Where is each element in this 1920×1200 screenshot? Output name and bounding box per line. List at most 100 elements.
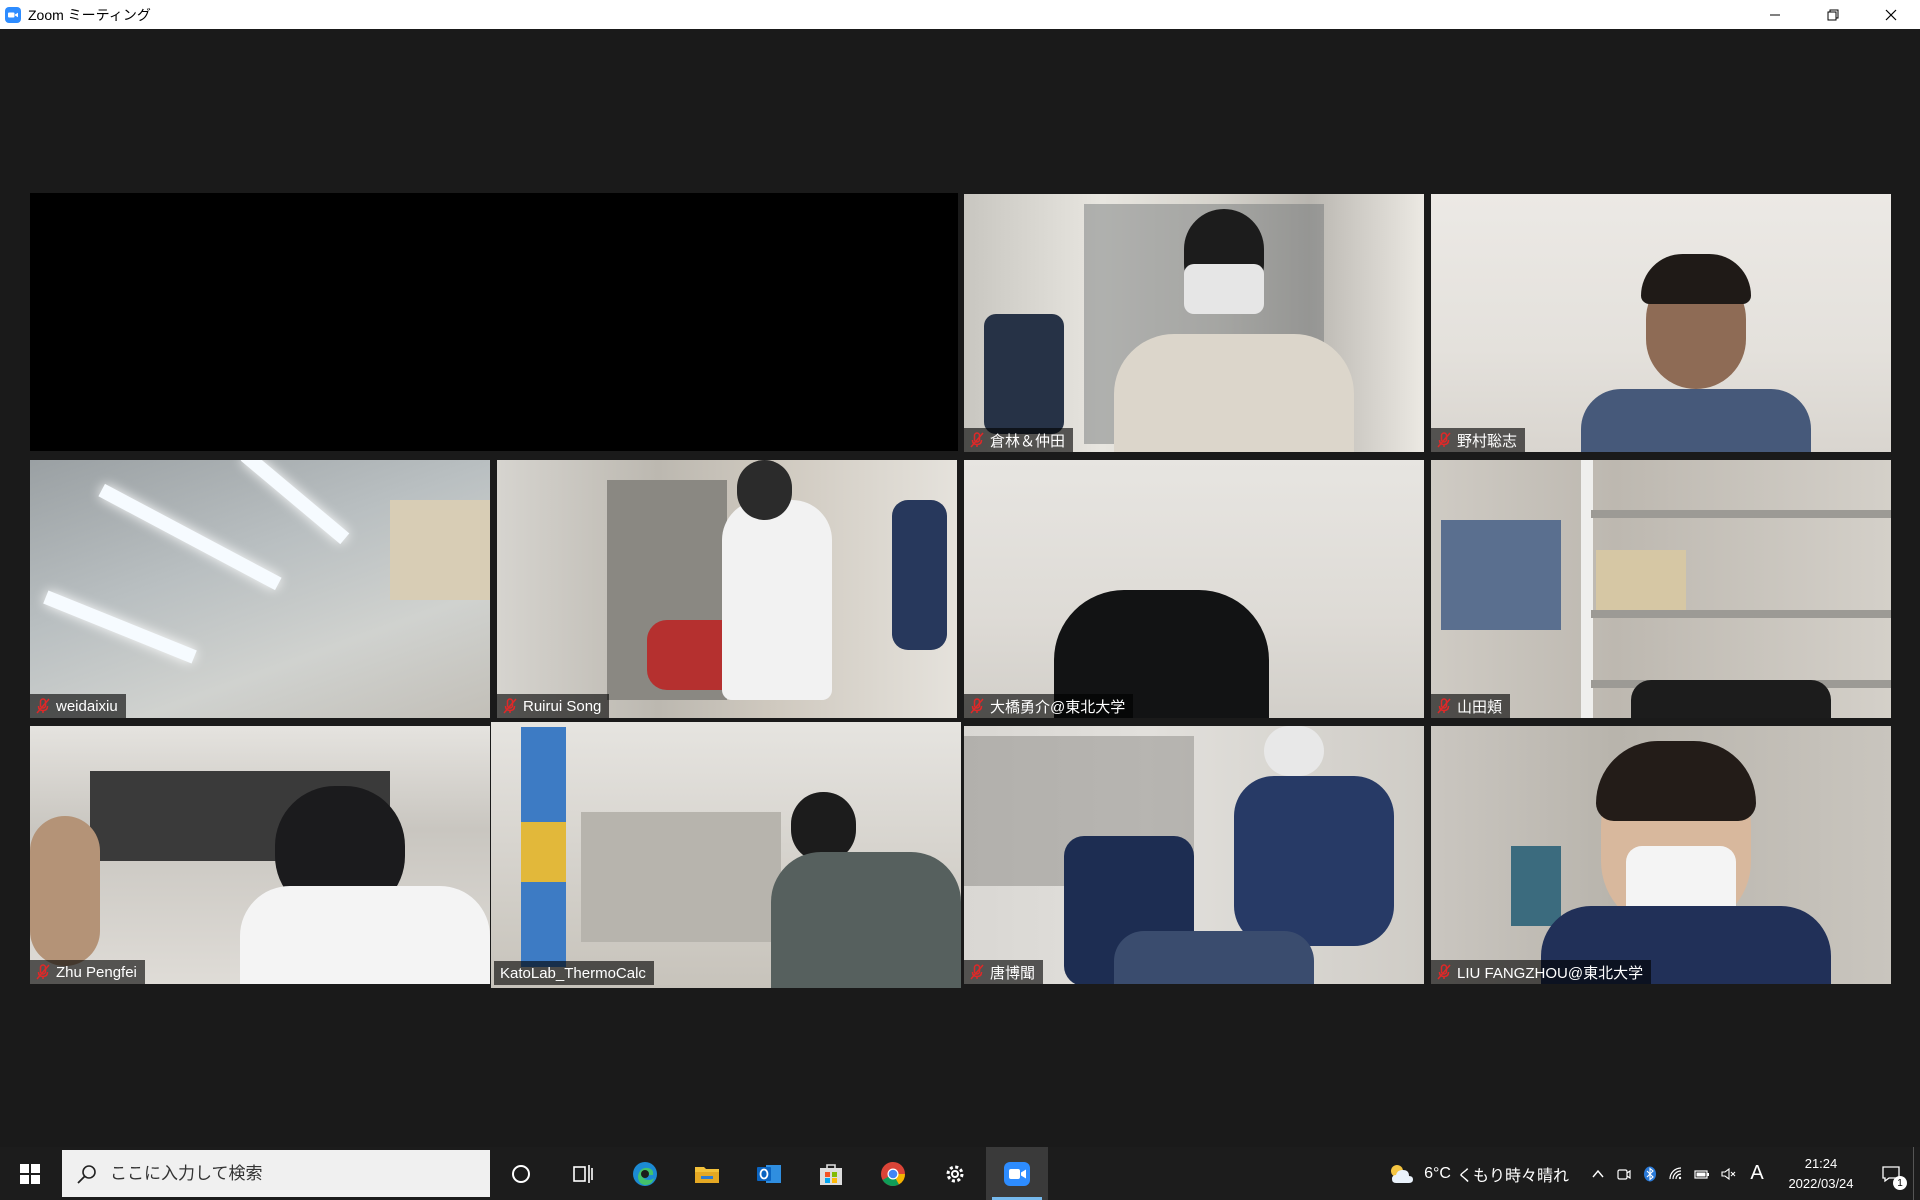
participant-tile[interactable]: 倉林＆仲田 bbox=[964, 194, 1424, 452]
clock[interactable]: 21:24 2022/03/24 bbox=[1773, 1154, 1869, 1194]
participant-name-tag: weidaixiu bbox=[30, 694, 126, 718]
search-input[interactable] bbox=[108, 1162, 472, 1185]
close-icon bbox=[1885, 9, 1897, 20]
participant-tile[interactable]: Zhu Pengfei bbox=[30, 726, 490, 984]
video-feed bbox=[491, 722, 961, 988]
weather-widget[interactable]: 6°C くもり時々晴れ bbox=[1386, 1161, 1569, 1187]
participant-tile[interactable]: weidaixiu bbox=[30, 460, 490, 718]
chevron-up-icon bbox=[1592, 1169, 1604, 1177]
participant-tile[interactable]: 唐博聞 bbox=[964, 726, 1424, 984]
meet-now-icon bbox=[1617, 1168, 1631, 1180]
participant-name-tag: 山田頬 bbox=[1431, 694, 1511, 718]
participant-tile[interactable]: Ruirui Song bbox=[497, 460, 957, 718]
participant-tile[interactable]: 野村聡志 bbox=[1431, 194, 1891, 452]
search-icon bbox=[77, 1164, 96, 1184]
video-feed bbox=[1431, 460, 1891, 718]
participant-tile[interactable]: LIU FANGZHOU@東北大学 bbox=[1431, 726, 1891, 984]
meet-now-button[interactable] bbox=[1611, 1147, 1637, 1200]
window-controls bbox=[1746, 0, 1920, 29]
participant-name: 野村聡志 bbox=[1457, 432, 1518, 450]
video-feed bbox=[1431, 726, 1891, 984]
muted-mic-icon bbox=[1437, 964, 1451, 980]
notification-badge: 1 bbox=[1893, 1176, 1907, 1190]
temperature: 6°C bbox=[1424, 1164, 1451, 1182]
video-feed bbox=[497, 460, 957, 718]
settings-button[interactable] bbox=[924, 1147, 986, 1200]
task-view-button[interactable] bbox=[552, 1147, 614, 1200]
participant-name-tag: 大橋勇介@東北大学 bbox=[964, 694, 1134, 718]
participant-tile[interactable]: 大橋勇介@東北大学 bbox=[964, 460, 1424, 718]
muted-mic-icon bbox=[503, 698, 517, 714]
participant-name-tag: Ruirui Song bbox=[497, 694, 610, 718]
close-button[interactable] bbox=[1862, 0, 1920, 29]
participant-name: weidaixiu bbox=[56, 697, 118, 715]
participant-name: Ruirui Song bbox=[523, 697, 602, 715]
participant-tile-active-speaker[interactable]: KatoLab_ThermoCalc bbox=[491, 722, 961, 988]
video-feed bbox=[30, 193, 958, 451]
outlook-icon bbox=[757, 1164, 781, 1183]
ime-indicator[interactable]: A bbox=[1741, 1162, 1773, 1185]
chrome-icon bbox=[881, 1161, 905, 1186]
participant-tile[interactable] bbox=[30, 193, 958, 451]
participant-tile[interactable]: 山田頬 bbox=[1431, 460, 1891, 718]
participant-name: 唐博聞 bbox=[990, 964, 1036, 982]
video-feed bbox=[1431, 194, 1891, 452]
store-icon bbox=[820, 1163, 842, 1185]
zoom-taskbar-button[interactable] bbox=[986, 1147, 1048, 1200]
cortana-button[interactable] bbox=[490, 1147, 552, 1200]
settings-icon bbox=[946, 1165, 964, 1182]
muted-mic-icon bbox=[970, 964, 984, 980]
participant-name-tag: 唐博聞 bbox=[964, 960, 1044, 984]
cortana-icon bbox=[512, 1164, 530, 1183]
window-title: Zoom ミーティング bbox=[28, 6, 151, 23]
weather-text: くもり時々晴れ bbox=[1456, 1167, 1569, 1185]
participant-name-tag: LIU FANGZHOU@東北大学 bbox=[1431, 960, 1652, 984]
participant-name-tag: Zhu Pengfei bbox=[30, 960, 145, 984]
taskbar: 6°C くもり時々晴れ A 21:24 2022/03/24 1 bbox=[0, 1147, 1920, 1200]
video-feed bbox=[964, 726, 1424, 984]
battery-button[interactable] bbox=[1689, 1147, 1715, 1200]
edge-icon bbox=[633, 1161, 657, 1186]
participant-name: 山田頬 bbox=[1457, 698, 1503, 716]
store-button[interactable] bbox=[800, 1147, 862, 1200]
show-hidden-icons-button[interactable] bbox=[1585, 1147, 1611, 1200]
show-desktop-button[interactable] bbox=[1913, 1147, 1920, 1200]
participant-name: 大橋勇介@東北大学 bbox=[990, 698, 1126, 716]
participant-name: KatoLab_ThermoCalc bbox=[500, 964, 646, 982]
muted-mic-icon bbox=[970, 698, 984, 714]
video-feed bbox=[30, 460, 490, 718]
title-bar: Zoom ミーティング bbox=[0, 0, 1920, 29]
partly-cloudy-icon bbox=[1391, 1164, 1414, 1183]
bluetooth-icon bbox=[1644, 1166, 1656, 1181]
gallery-view: 倉林＆仲田 野村聡志 weidaixiu Ruirui Song 大橋勇介@東北… bbox=[0, 29, 1920, 1147]
taskbar-search[interactable] bbox=[62, 1150, 490, 1197]
windows-icon bbox=[20, 1163, 40, 1184]
clock-time: 21:24 bbox=[1804, 1155, 1838, 1171]
action-center-button[interactable]: 1 bbox=[1869, 1147, 1913, 1200]
participant-name-tag: KatoLab_ThermoCalc bbox=[494, 961, 654, 985]
restore-button[interactable] bbox=[1804, 0, 1862, 29]
chrome-button[interactable] bbox=[862, 1147, 924, 1200]
volume-button[interactable] bbox=[1715, 1147, 1741, 1200]
zoom-icon bbox=[1004, 1161, 1030, 1186]
network-button[interactable] bbox=[1663, 1147, 1689, 1200]
file-explorer-button[interactable] bbox=[676, 1147, 738, 1200]
participant-name-tag: 倉林＆仲田 bbox=[964, 428, 1074, 452]
participant-name: 倉林＆仲田 bbox=[990, 432, 1066, 450]
minimize-button[interactable] bbox=[1746, 0, 1804, 29]
task-view-icon bbox=[573, 1164, 593, 1183]
wifi-icon bbox=[1669, 1166, 1682, 1179]
video-feed bbox=[964, 194, 1424, 452]
start-button[interactable] bbox=[0, 1147, 60, 1200]
bluetooth-button[interactable] bbox=[1637, 1147, 1663, 1200]
clock-date: 2022/03/24 bbox=[1788, 1175, 1854, 1191]
muted-mic-icon bbox=[1437, 432, 1451, 448]
outlook-button[interactable] bbox=[738, 1147, 800, 1200]
file-explorer-icon bbox=[695, 1166, 719, 1183]
edge-button[interactable] bbox=[614, 1147, 676, 1200]
system-tray: 6°C くもり時々晴れ A 21:24 2022/03/24 1 bbox=[1386, 1147, 1920, 1200]
participant-name: Zhu Pengfei bbox=[56, 963, 137, 981]
video-feed bbox=[30, 726, 490, 984]
volume-muted-icon bbox=[1721, 1167, 1736, 1180]
participant-name: LIU FANGZHOU@東北大学 bbox=[1457, 964, 1644, 982]
